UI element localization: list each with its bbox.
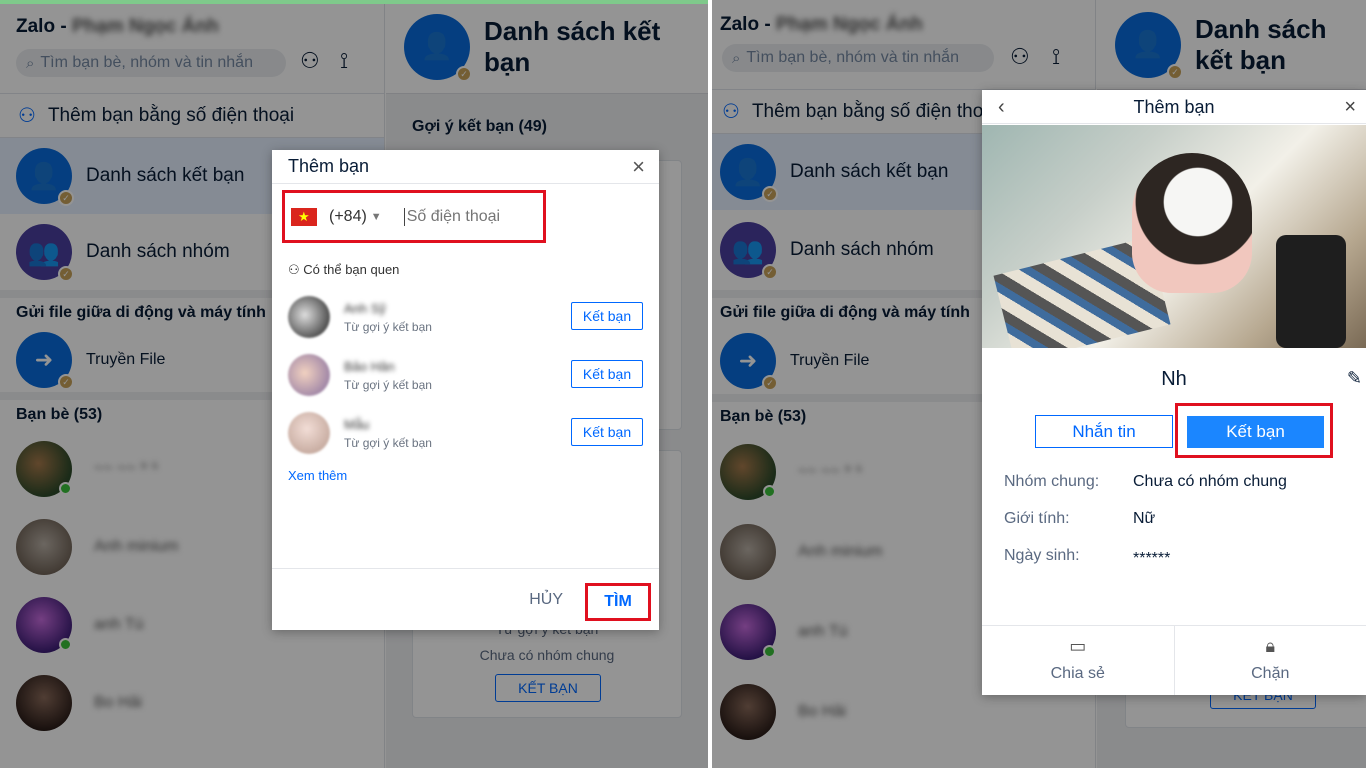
contact-card-icon: ▭ [1069, 636, 1087, 656]
info-label: Nhóm chung: [1004, 473, 1100, 490]
add-friend-button[interactable]: Kết bạn [571, 418, 643, 446]
chevron-down-icon[interactable]: ▼ [371, 211, 382, 223]
suggestion-name: Bảo Hân [344, 358, 395, 374]
find-button[interactable]: TÌM [585, 583, 651, 621]
cover-photo-subject [1132, 153, 1252, 293]
close-icon[interactable]: × [632, 154, 645, 180]
suggestion-row: Anh Sỹ Từ gợi ý kết bạn Kết bạn [288, 292, 643, 342]
suggestion-name: Mẫu [344, 416, 370, 432]
maybe-know-label: Có thể bạn quen [303, 262, 400, 277]
suggestion-source: Từ gợi ý kết bạn [344, 377, 432, 392]
dialog-footer: ▭ Chia sẻ 🔒︎ Chặn [982, 625, 1366, 695]
avatar [288, 354, 330, 396]
info-label: Giới tính: [1004, 510, 1070, 527]
suggestion-name: Anh Sỹ [344, 300, 386, 316]
lock-icon: 🔒︎ [1265, 636, 1276, 656]
suggestion-row: Mẫu Từ gợi ý kết bạn Kết bạn [288, 408, 643, 458]
avatar [288, 296, 330, 338]
highlight-box: Kết bạn [1175, 403, 1333, 458]
dialog-title: Thêm bạn [1133, 97, 1215, 117]
maybe-know-heading: ⚇ Có thể bạn quen [288, 262, 399, 278]
info-value: Nữ [1133, 510, 1156, 527]
add-friend-button[interactable]: Kết bạn [571, 302, 643, 330]
suggestion-source: Từ gợi ý kết bạn [344, 319, 432, 334]
add-friend-button[interactable]: Kết bạn [571, 360, 643, 388]
back-icon[interactable]: ‹ [998, 90, 1005, 124]
info-value: Chưa có nhóm chung [1133, 473, 1287, 490]
block-label: Chặn [1251, 665, 1290, 682]
cancel-button[interactable]: HỦY [529, 591, 563, 609]
info-value: ****** [1133, 550, 1171, 567]
profile-name: Nh [1161, 368, 1187, 390]
message-button[interactable]: Nhắn tin [1035, 415, 1173, 448]
close-icon[interactable]: × [1344, 90, 1356, 124]
suggestion-source: Từ gợi ý kết bạn [344, 435, 432, 450]
share-button[interactable]: ▭ Chia sẻ [982, 626, 1174, 695]
phone-input-group: (+84) ▼ [282, 190, 546, 243]
progress-bar [0, 0, 708, 4]
cover-photo-detail [1276, 235, 1346, 348]
dialog-footer: HỦY TÌM [272, 568, 659, 630]
user-circle-icon: ⚇ [288, 262, 304, 277]
avatar [288, 412, 330, 454]
profile-dialog: ‹ Thêm bạn × Nh ✎ Nhắn tin Kết bạn Nhóm … [982, 90, 1366, 695]
dialog-header: ‹ Thêm bạn × [982, 90, 1366, 124]
dialog-title: Thêm bạn [272, 150, 659, 184]
left-screenshot: Zalo - Phạm Ngọc Ánh ⌕ Tìm bạn bè, nhóm v… [0, 0, 708, 768]
share-label: Chia sẻ [1050, 665, 1105, 682]
info-label: Ngày sinh: [1004, 547, 1080, 564]
right-screenshot: Zalo - Phạm Ngọc Ánh ⌕ Tìm bạn bè, nhóm v… [712, 0, 1366, 768]
vietnam-flag-icon [291, 207, 317, 226]
suggestion-row: Bảo Hân Từ gợi ý kết bạn Kết bạn [288, 350, 643, 400]
see-more-link[interactable]: Xem thêm [288, 468, 347, 483]
country-code-select[interactable]: (+84) [329, 208, 367, 226]
phone-number-input[interactable] [403, 207, 524, 226]
cover-photo [982, 125, 1366, 348]
edit-icon[interactable]: ✎ [1347, 368, 1362, 389]
add-friend-dialog: Thêm bạn × (+84) ▼ ⚇ Có thể bạn quen Anh… [272, 150, 659, 630]
add-friend-button[interactable]: Kết bạn [1187, 416, 1324, 448]
block-button[interactable]: 🔒︎ Chặn [1173, 626, 1366, 695]
